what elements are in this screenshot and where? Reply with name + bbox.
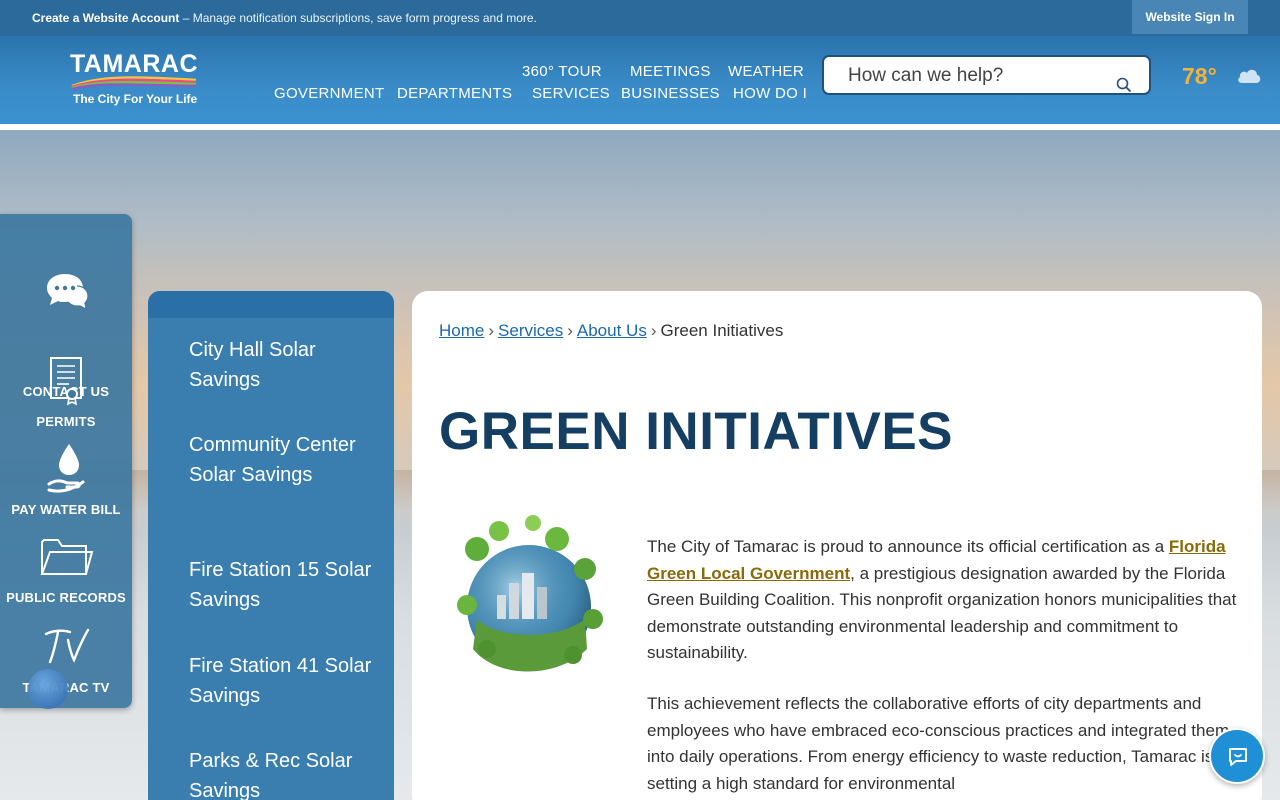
nav-government[interactable]: GOVERNMENT xyxy=(274,85,385,102)
website-sign-in-button[interactable]: Website Sign In xyxy=(1132,0,1248,34)
chat-icon xyxy=(1229,748,1247,766)
breadcrumb-separator: › xyxy=(650,321,657,340)
utility-bar: Create a Website Account – Manage notifi… xyxy=(0,0,1280,36)
nav-how-do-i[interactable]: HOW DO I xyxy=(733,85,807,102)
content-card: Home › Services › About Us › Green Initiatives… xyxy=(412,291,1262,800)
logo-swoosh-icon xyxy=(71,76,197,90)
section-side-nav: City Hall Solar Savings Community Center… xyxy=(148,291,394,800)
translate-globe-icon[interactable] xyxy=(28,669,68,709)
site-search xyxy=(822,55,1151,95)
quick-link-permits[interactable]: PERMITS xyxy=(0,354,132,434)
page-title: GREEN INITIATIVES xyxy=(439,402,954,461)
intro-text: The City of Tamarac is proud to announce… xyxy=(647,537,1169,556)
quick-links-panel: CONTACT US PERMITS PAY WATER BILL PUBLIC… xyxy=(0,214,132,708)
folder-icon xyxy=(40,539,94,575)
cloud-icon xyxy=(1238,69,1261,83)
breadcrumb-services[interactable]: Services xyxy=(498,321,563,340)
green-earth-image xyxy=(457,515,603,672)
nav-departments[interactable]: DEPARTMENTS xyxy=(397,85,512,102)
city-logo[interactable]: TAMARAC The City For Your Life xyxy=(70,50,198,106)
breadcrumb-current: Green Initiatives xyxy=(660,321,784,340)
side-nav-item-fire-station-41-solar[interactable]: Fire Station 41 Solar Savings xyxy=(189,651,379,711)
water-drop-hand-icon xyxy=(47,444,85,493)
breadcrumb-separator: › xyxy=(567,321,573,340)
quick-link-label: PUBLIC RECORDS xyxy=(6,590,126,605)
side-nav-item-parks-rec-solar[interactable]: Parks & Rec Solar Savings xyxy=(189,746,379,800)
breadcrumb-home[interactable]: Home xyxy=(439,321,484,340)
breadcrumb-about-us[interactable]: About Us xyxy=(577,321,647,340)
chat-button[interactable] xyxy=(1209,728,1265,784)
create-account-link[interactable]: Create a Website Account xyxy=(32,11,179,25)
nav-360-tour[interactable]: 360° TOUR xyxy=(522,63,602,80)
achievement-paragraph: This achievement reflects the collaborat… xyxy=(647,694,1230,793)
document-certificate-icon xyxy=(50,357,82,406)
nav-weather[interactable]: WEATHER xyxy=(728,63,804,80)
side-nav-item-city-hall-solar[interactable]: City Hall Solar Savings xyxy=(189,335,379,395)
quick-link-label: PAY WATER BILL xyxy=(11,502,121,517)
search-icon[interactable] xyxy=(1116,77,1132,93)
tv-script-icon xyxy=(44,628,90,664)
chat-bubbles-icon xyxy=(47,274,89,311)
quick-link-label: PERMITS xyxy=(36,414,96,429)
breadcrumb: Home › Services › About Us › Green Initiatives xyxy=(439,321,783,341)
logo-tagline: The City For Your Life xyxy=(73,92,198,106)
nav-meetings[interactable]: MEETINGS xyxy=(630,63,711,80)
nav-businesses[interactable]: BUSINESSES xyxy=(621,85,720,102)
site-header: TAMARAC The City For Your Life GOVERNMEN… xyxy=(0,36,1280,124)
breadcrumb-separator: › xyxy=(488,321,495,340)
search-input[interactable] xyxy=(848,65,1108,87)
intro-paragraph: The City of Tamarac is proud to announce… xyxy=(647,534,1247,667)
side-nav-item-community-center-solar[interactable]: Community Center Solar Savings xyxy=(189,430,379,490)
side-nav-header xyxy=(148,291,394,318)
nav-services[interactable]: SERVICES xyxy=(532,85,610,102)
side-nav-item-fire-station-15-solar[interactable]: Fire Station 15 Solar Savings xyxy=(189,555,379,615)
quick-link-contact-us[interactable]: CONTACT US xyxy=(0,272,132,399)
account-description: – Manage notification subscriptions, sav… xyxy=(179,11,537,25)
quick-link-public-records[interactable]: PUBLIC RECORDS xyxy=(0,536,132,616)
quick-link-pay-water-bill[interactable]: PAY WATER BILL xyxy=(0,442,132,522)
weather-temperature[interactable]: 78° xyxy=(1182,63,1217,90)
account-message: Create a Website Account – Manage notifi… xyxy=(32,11,537,25)
